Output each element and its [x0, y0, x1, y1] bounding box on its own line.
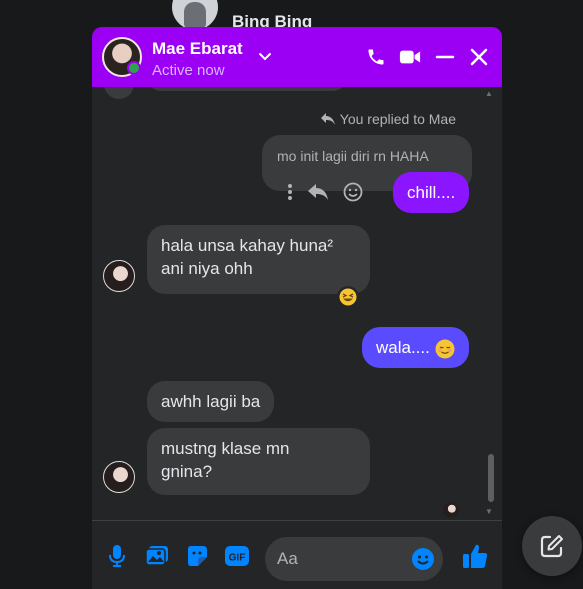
contact-name[interactable]: Mae Ebarat — [152, 39, 243, 59]
message-text: wala.... — [376, 338, 430, 357]
scroll-up-icon[interactable]: ▲ — [485, 89, 493, 98]
message-line: mustng klase mn — [161, 439, 290, 458]
react-emoji-icon[interactable] — [343, 182, 363, 202]
chat-header: Mae Ebarat Active now — [92, 27, 502, 87]
chevron-down-icon[interactable] — [256, 47, 274, 65]
message-list[interactable]: You replied to Mae mo init lagii diri rn… — [92, 87, 502, 520]
active-status-dot — [127, 61, 141, 75]
contact-message-avatar — [103, 461, 135, 493]
message-bubble-received[interactable]: hala unsa kahay huna² ani niya ohh — [147, 225, 370, 294]
svg-text:GIF: GIF — [229, 553, 246, 564]
contact-status: Active now — [152, 62, 225, 79]
image-icon[interactable] — [144, 543, 170, 569]
new-message-icon — [540, 535, 563, 558]
like-icon[interactable] — [460, 541, 490, 571]
gif-icon[interactable]: GIF — [224, 543, 250, 569]
contact-message-avatar — [103, 260, 135, 292]
message-bubble-sent[interactable]: chill.... — [393, 172, 470, 213]
close-icon[interactable] — [465, 43, 493, 71]
relieved-emoji-icon — [435, 339, 455, 359]
sticker-icon[interactable] — [184, 543, 210, 569]
more-options-icon[interactable] — [287, 183, 293, 201]
new-message-button[interactable] — [522, 516, 582, 576]
scroll-down-icon[interactable]: ▼ — [485, 507, 493, 516]
reply-action-icon[interactable] — [307, 183, 329, 201]
emoji-icon[interactable] — [411, 547, 435, 571]
minimize-icon[interactable] — [431, 43, 459, 71]
laugh-reaction-icon[interactable] — [337, 286, 359, 308]
reply-note-text: You replied to Mae — [339, 111, 456, 127]
chat-window: Mae Ebarat Active now You replied to Mae… — [92, 27, 502, 589]
message-line: ani niya ohh — [161, 259, 253, 278]
message-input-container — [265, 537, 443, 581]
phone-icon[interactable] — [362, 43, 390, 71]
message-composer: GIF — [92, 521, 502, 589]
message-input[interactable] — [277, 537, 407, 581]
message-bubble-received[interactable]: mustng klase mn gnina? — [147, 428, 370, 495]
scrollbar-thumb[interactable] — [488, 454, 494, 502]
seen-avatar — [443, 502, 459, 518]
message-bubble-sent[interactable]: wala.... — [362, 327, 469, 368]
mic-icon[interactable] — [104, 543, 130, 569]
video-icon[interactable] — [396, 43, 424, 71]
reply-indicator: You replied to Mae — [320, 111, 456, 127]
avatar — [104, 87, 134, 99]
message-line: hala unsa kahay huna² — [161, 236, 334, 255]
message-bubble-received[interactable]: awhh lagii ba — [147, 381, 275, 422]
background-contact-avatar — [172, 0, 218, 30]
reply-icon — [320, 113, 335, 125]
message-actions — [287, 182, 363, 202]
message-line: gnina? — [161, 462, 213, 481]
message-bubble — [147, 87, 347, 91]
